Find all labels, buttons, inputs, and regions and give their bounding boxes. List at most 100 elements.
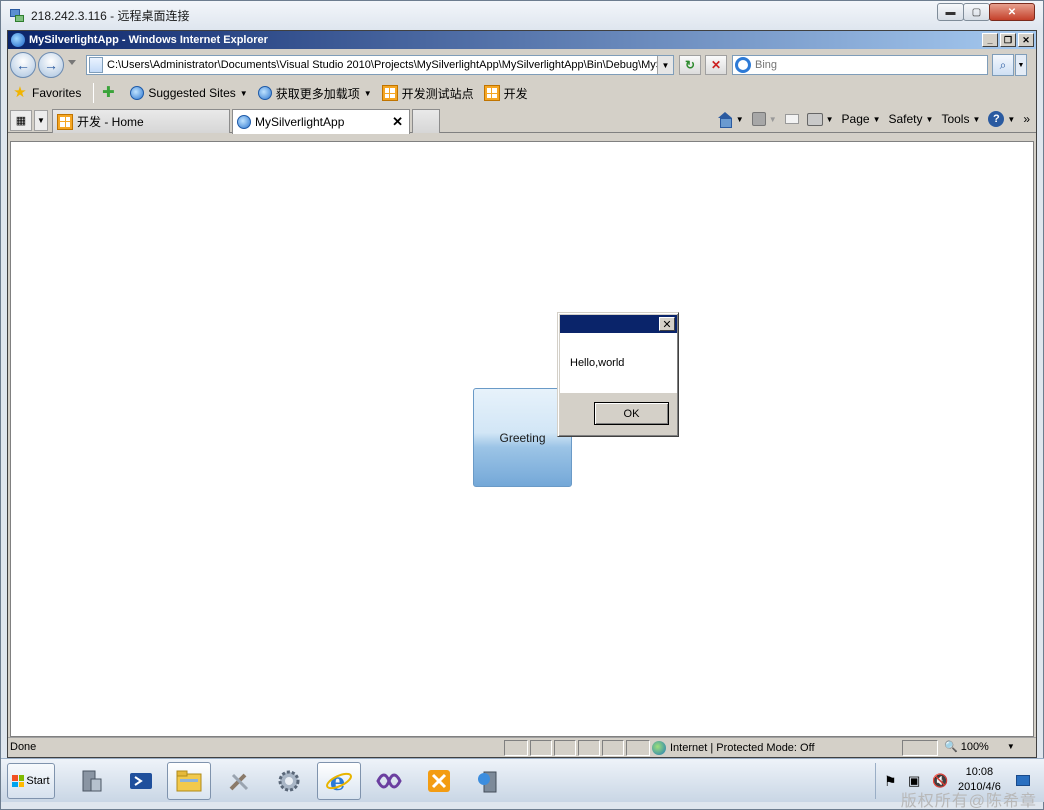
refresh-button[interactable]: ↻ bbox=[679, 55, 701, 75]
address-dropdown-button[interactable]: ▼ bbox=[657, 56, 673, 74]
help-icon: ? bbox=[988, 111, 1005, 127]
settings-icon[interactable] bbox=[267, 762, 311, 800]
ie-close-button[interactable]: ✕ bbox=[1018, 33, 1034, 47]
watermark: 版权所有@陈希章 bbox=[900, 793, 1037, 810]
close-tab-icon[interactable]: ✕ bbox=[392, 114, 403, 130]
search-options-dropdown[interactable]: ▼ bbox=[1015, 54, 1027, 76]
tools-menu[interactable]: Tools ▼ bbox=[941, 112, 980, 126]
status-pane bbox=[530, 740, 552, 756]
message-box-close-button[interactable]: ✕ bbox=[659, 317, 675, 331]
favorites-bar: ★ Favorites ✚ Suggested Sites ▼ 获取更多加载项 ▼ … bbox=[8, 79, 1036, 107]
fav-dev-test-site[interactable]: 开发测试站点 bbox=[381, 85, 474, 102]
safety-menu-label: Safety bbox=[888, 112, 923, 126]
remote-desktop-title: 218.242.3.116 - 远程桌面连接 bbox=[31, 8, 190, 23]
fav-label: Suggested Sites bbox=[148, 86, 236, 100]
tab-bar: ▦ ▼ 开发 - Home MySilverlightApp ✕ ▼ ▼ ▼ P… bbox=[8, 107, 1036, 134]
more-commands-button[interactable]: » bbox=[1023, 112, 1030, 126]
address-bar[interactable]: C:\Users\Administrator\Documents\Visual … bbox=[86, 55, 674, 75]
address-value[interactable]: C:\Users\Administrator\Documents\Visual … bbox=[107, 59, 657, 71]
search-input[interactable] bbox=[755, 59, 987, 71]
start-button[interactable]: Start bbox=[7, 763, 55, 799]
windows-logo-icon bbox=[12, 775, 25, 787]
add-to-favorites-button[interactable]: ✚ bbox=[100, 85, 120, 101]
help-menu[interactable]: ? ▼ bbox=[988, 111, 1015, 127]
mail-icon bbox=[784, 114, 799, 124]
status-pane bbox=[554, 740, 576, 756]
tab-home[interactable]: 开发 - Home bbox=[52, 109, 230, 133]
chevron-down-icon: ▼ bbox=[363, 88, 372, 98]
internet-explorer-icon[interactable]: e bbox=[317, 762, 361, 800]
fav-label: 开发测试站点 bbox=[401, 86, 474, 101]
taskbar: Start e ⚑ ▣ 🔇 10:08 2010/4/6 bbox=[1, 758, 1044, 802]
home-button[interactable]: ▼ bbox=[717, 112, 744, 128]
site-icon bbox=[57, 113, 73, 130]
status-pane bbox=[504, 740, 528, 756]
read-mail-button[interactable] bbox=[784, 114, 799, 124]
protected-mode-button[interactable] bbox=[902, 740, 938, 756]
forward-button[interactable]: → bbox=[38, 52, 64, 78]
print-button[interactable]: ▼ bbox=[806, 112, 834, 126]
separator bbox=[93, 83, 95, 103]
tab-mysilverlightapp[interactable]: MySilverlightApp ✕ bbox=[232, 109, 410, 134]
fav-suggested-sites[interactable]: Suggested Sites ▼ bbox=[130, 86, 248, 100]
ie-page-icon bbox=[130, 86, 145, 100]
status-pane bbox=[578, 740, 600, 756]
feeds-button[interactable]: ▼ bbox=[751, 112, 777, 126]
status-bar: Done Internet | Protected Mode: Off 🔍 10… bbox=[8, 737, 1036, 757]
ok-button[interactable]: OK bbox=[594, 402, 669, 425]
utilities-icon[interactable] bbox=[417, 762, 461, 800]
recent-pages-dropdown[interactable] bbox=[68, 60, 76, 65]
remote-desktop-window: 218.242.3.116 - 远程桌面连接 ▬ ▢ ✕ MySilverlig… bbox=[0, 0, 1044, 810]
minimize-button[interactable]: ▬ bbox=[937, 3, 964, 21]
tab-label: 开发 - Home bbox=[77, 115, 144, 129]
page-content: Greeting ✕ Hello,world OK bbox=[10, 141, 1034, 737]
chevron-down-icon: ▼ bbox=[872, 114, 881, 124]
fav-dev[interactable]: 开发 bbox=[483, 85, 528, 102]
ie-titlebar: MySilverlightApp - Windows Internet Expl… bbox=[8, 31, 1036, 49]
ie-window: MySilverlightApp - Windows Internet Expl… bbox=[7, 30, 1037, 758]
ie-restore-button[interactable]: ❐ bbox=[1000, 33, 1016, 47]
server-manager-icon[interactable] bbox=[69, 762, 113, 800]
safety-menu[interactable]: Safety ▼ bbox=[889, 112, 934, 126]
quick-tabs-button[interactable]: ▦ bbox=[10, 110, 32, 131]
security-zone[interactable]: Internet | Protected Mode: Off bbox=[652, 740, 815, 756]
stop-button[interactable]: ✕ bbox=[705, 55, 727, 75]
close-button[interactable]: ✕ bbox=[989, 3, 1035, 21]
fav-get-addons[interactable]: 获取更多加载项 ▼ bbox=[257, 85, 372, 102]
star-icon: ★ bbox=[13, 84, 27, 101]
page-menu[interactable]: Page ▼ bbox=[842, 112, 881, 126]
favorites-button[interactable]: ★ Favorites bbox=[12, 85, 81, 101]
tab-list-button[interactable]: ▼ bbox=[34, 110, 48, 131]
explorer-icon[interactable] bbox=[167, 762, 211, 800]
remote-desktop-icon bbox=[9, 7, 25, 23]
page-icon bbox=[89, 57, 103, 73]
status-text: Done bbox=[10, 741, 37, 753]
new-tab-button[interactable] bbox=[412, 109, 440, 133]
search-box[interactable] bbox=[732, 55, 988, 75]
action-center-flag-icon[interactable]: ⚑ bbox=[884, 773, 897, 790]
zoom-control[interactable]: 🔍 100% ▼ bbox=[944, 740, 1015, 754]
favorites-label: Favorites bbox=[32, 86, 82, 100]
zoom-level: 100% bbox=[960, 740, 989, 753]
zoom-icon: 🔍 bbox=[944, 741, 958, 753]
tab-label: MySilverlightApp bbox=[255, 115, 345, 129]
search-button[interactable]: ⌕ bbox=[992, 54, 1014, 76]
back-button[interactable]: ← bbox=[10, 52, 36, 78]
show-desktop-icon[interactable] bbox=[1016, 775, 1030, 786]
chevron-down-icon: ▼ bbox=[1007, 114, 1016, 124]
globe-icon bbox=[652, 741, 666, 755]
ie-minimize-button[interactable]: _ bbox=[982, 33, 998, 47]
chevron-down-icon: ▼ bbox=[825, 114, 834, 124]
iis-icon[interactable] bbox=[467, 762, 511, 800]
chevron-down-icon: ▼ bbox=[768, 114, 777, 124]
security-zone-label: Internet | Protected Mode: Off bbox=[670, 742, 815, 754]
message-text: Hello,world bbox=[570, 357, 625, 369]
powershell-icon[interactable] bbox=[119, 762, 163, 800]
clock-time: 10:08 bbox=[965, 766, 994, 778]
ie-title: MySilverlightApp - Windows Internet Expl… bbox=[29, 34, 268, 46]
visual-studio-icon[interactable] bbox=[367, 762, 411, 800]
maximize-button[interactable]: ▢ bbox=[963, 3, 990, 21]
tools-icon[interactable] bbox=[217, 762, 261, 800]
chevron-down-icon: ▼ bbox=[925, 114, 934, 124]
tools-menu-label: Tools bbox=[941, 112, 970, 126]
